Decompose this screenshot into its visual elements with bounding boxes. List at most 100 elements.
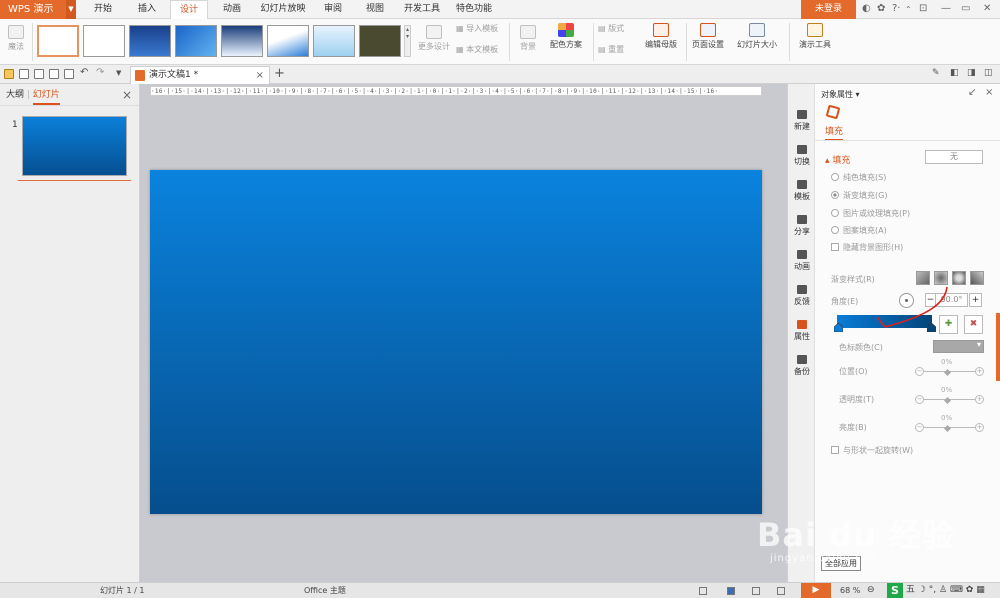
app-menu-button[interactable]: WPS 演示 ▼ [0,0,76,19]
strip-transition[interactable]: 切换 [788,145,816,167]
new-tab-icon[interactable]: + [274,66,285,81]
page-setup-button[interactable]: 页面设置 [690,23,726,50]
tab-animation[interactable]: 动画 [215,0,249,19]
stop-color-dropdown[interactable] [933,340,984,353]
position-slider[interactable]: − +0% [915,358,984,377]
feedback-icon[interactable]: ✿ [877,3,885,14]
checkbox[interactable] [831,243,839,251]
share-icon[interactable]: ◧ [950,68,959,78]
save-as-icon[interactable] [34,69,44,79]
plus-icon[interactable]: + [975,367,984,376]
close-panel-icon[interactable]: × [985,87,993,98]
gallery-scroll[interactable]: ▴ ▾ [404,25,411,57]
input-method-icon[interactable]: S [887,583,903,598]
slide-thumbnail[interactable] [22,116,127,176]
gradient-style-rect[interactable] [952,271,966,285]
template-thumb-3[interactable] [129,25,171,57]
tab-slides[interactable]: 幻灯片 [32,90,60,105]
export-icon[interactable]: ◨ [967,68,976,78]
transparency-slider[interactable]: − +0% [915,386,984,405]
document-tab[interactable]: 演示文稿1 * × [130,66,270,84]
zoom-level[interactable]: 68 % [840,583,860,598]
more-design-button[interactable]: 更多设计 [416,25,452,52]
template-thumb-5[interactable] [221,25,263,57]
tab-outline[interactable]: 大纲 [6,90,24,100]
panel-collapse-handle[interactable] [996,313,1000,381]
play-slideshow-button[interactable]: ▶ [801,583,831,598]
option-solid-fill[interactable]: 纯色填充(S) [831,172,886,183]
gradient-style-linear[interactable] [916,271,930,285]
reset-button[interactable]: ▤ 重置 [598,44,636,55]
gradient-style-radial[interactable] [934,271,948,285]
option-gradient-fill[interactable]: 渐变填充(G) [831,190,887,201]
fill-none-dropdown[interactable]: 无 [925,150,983,164]
radio[interactable] [831,173,839,181]
strip-backup[interactable]: 备份 [788,355,816,377]
open-icon[interactable] [4,69,14,79]
option-pattern-fill[interactable]: 图案填充(A) [831,225,887,236]
close-panel-icon[interactable]: × [122,84,132,106]
chevron-up-icon[interactable]: ⌃ [905,5,912,14]
undo-icon[interactable]: ↶ [80,67,88,78]
tab-start[interactable]: 开始 [86,0,120,19]
tab-fill[interactable]: 填充 [825,124,844,141]
template-thumb-7[interactable] [313,25,355,57]
slide-canvas[interactable] [150,170,762,514]
redo-icon[interactable]: ↷ [96,67,104,78]
present-tools-button[interactable]: 演示工具 [793,23,837,50]
color-scheme-button[interactable]: 配色方案 [546,23,586,50]
tab-view[interactable]: 视图 [358,0,392,19]
tab-design[interactable]: 设计 [170,0,208,20]
settings-icon[interactable]: ◫ [984,68,993,78]
gradient-style-path[interactable] [970,271,984,285]
brightness-slider[interactable]: − +0% [915,414,984,433]
strip-share[interactable]: 分享 [788,215,816,237]
notes-icon[interactable] [699,587,707,595]
panel-title[interactable]: 对象属性 ▾ [821,89,860,100]
fill-section-header[interactable]: ▴ 填充 [825,153,850,166]
edit-master-button[interactable]: 编辑母版 [641,23,681,50]
tab-review[interactable]: 审阅 [316,0,350,19]
print-icon[interactable] [49,69,59,79]
customize-dropdown-icon[interactable]: ▼ [116,69,121,77]
sorter-view-icon[interactable] [752,587,760,595]
template-thumb-8[interactable] [359,25,401,57]
login-button[interactable]: 未登录 [801,0,856,19]
plus-icon[interactable]: + [975,395,984,404]
option-hide-background[interactable]: 隐藏背景图形(H) [831,242,903,253]
checkbox[interactable] [831,446,839,454]
template-thumb-6[interactable] [267,25,309,57]
import-template-button[interactable]: ▦ 导入模板 [456,23,504,34]
pen-icon[interactable]: ✎ [932,68,940,78]
radio[interactable] [831,226,839,234]
reading-view-icon[interactable] [777,587,785,595]
strip-properties[interactable]: 属性 [788,320,816,342]
print-preview-icon[interactable] [64,69,74,79]
radio-selected[interactable] [831,191,839,199]
angle-increase-button[interactable]: + [969,293,982,307]
save-icon[interactable] [19,69,29,79]
skin-icon[interactable]: ◐ [862,3,871,14]
restore-ribbon-icon[interactable]: ⊡ [919,3,927,14]
layout-button[interactable]: ▤ 版式 [598,23,636,34]
ime-mode-icon[interactable]: 五 ☽ °, ♙ ⌨ ✿ ▦ [906,583,985,598]
tab-developer[interactable]: 开发工具 [398,0,446,19]
strip-animation[interactable]: 动画 [788,250,816,272]
template-thumb-4[interactable] [175,25,217,57]
chevron-down-icon[interactable]: ▼ [66,0,76,19]
this-template-button[interactable]: ▦ 本文模板 [456,44,504,55]
strip-template[interactable]: 模板 [788,180,816,202]
zoom-out-icon[interactable]: ⊖ [867,583,875,598]
plus-icon[interactable]: + [975,423,984,432]
template-thumb-1[interactable] [37,25,79,57]
option-picture-fill[interactable]: 图片或纹理填充(P) [831,208,910,219]
tab-features[interactable]: 特色功能 [450,0,498,19]
option-rotate-with-shape[interactable]: 与形状一起旋转(W) [831,445,913,456]
tab-slideshow[interactable]: 幻灯片放映 [256,0,310,19]
minimize-icon[interactable]: — [941,3,951,14]
template-thumb-2[interactable] [83,25,125,57]
pin-icon[interactable]: ↙ [968,87,976,98]
radio[interactable] [831,209,839,217]
gradient-stop-left[interactable] [834,323,843,332]
close-tab-icon[interactable]: × [256,67,264,84]
